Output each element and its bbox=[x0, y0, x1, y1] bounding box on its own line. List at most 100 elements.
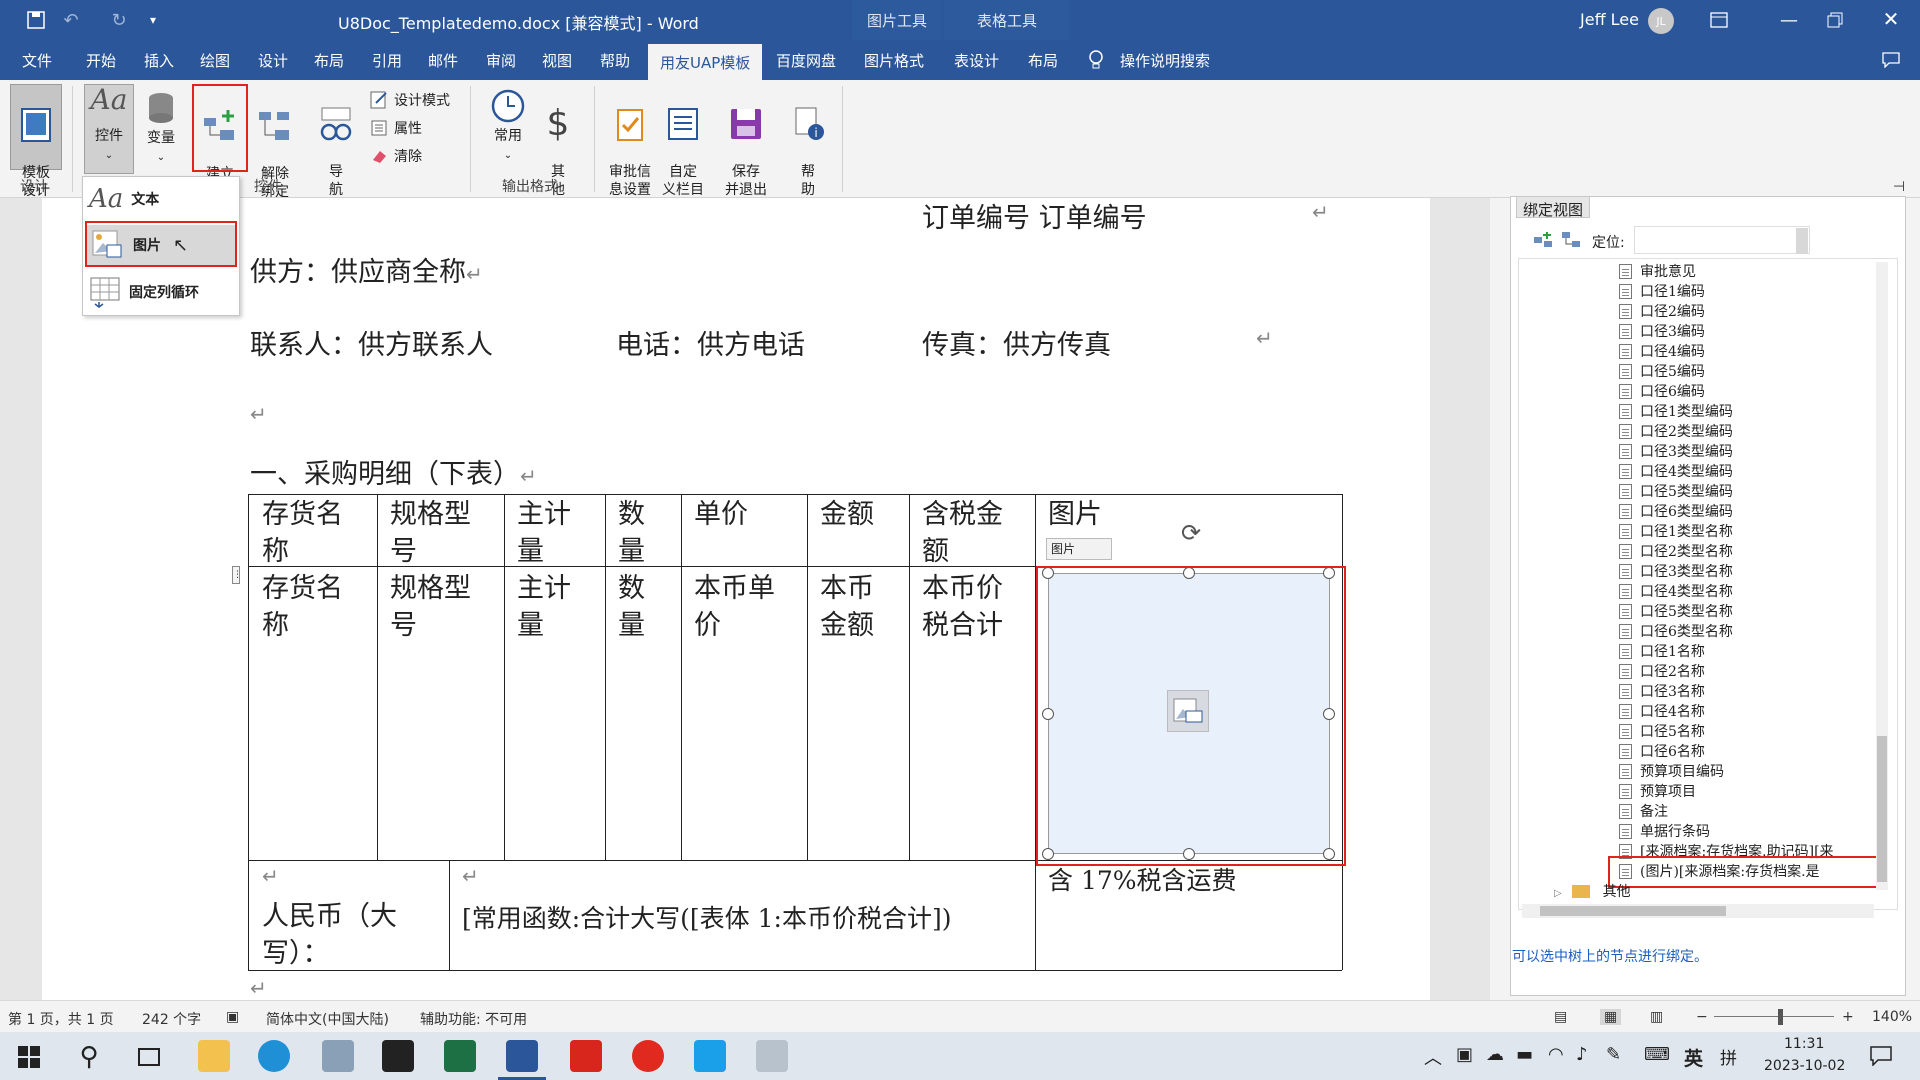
minimize-icon[interactable]: — bbox=[1778, 10, 1800, 31]
tax-note-cell[interactable]: 含 17%税含运费 bbox=[1036, 860, 1336, 901]
file-explorer-icon[interactable] bbox=[198, 1040, 230, 1072]
accessibility-status[interactable]: 辅助功能: 不可用 bbox=[420, 1009, 527, 1029]
comments-icon[interactable] bbox=[1880, 50, 1902, 70]
table-cell[interactable]: 主计 量 bbox=[505, 568, 605, 646]
table-header-cell[interactable]: 金额 bbox=[808, 494, 909, 535]
tree-item[interactable]: 备注 bbox=[1619, 802, 1668, 822]
print-layout-icon[interactable]: ▦ bbox=[1600, 1009, 1622, 1025]
tree-structure-icon[interactable] bbox=[1560, 230, 1582, 250]
word-count[interactable]: 242 个字 bbox=[142, 1009, 201, 1029]
task-view-icon[interactable] bbox=[136, 1044, 162, 1070]
add-node-icon[interactable] bbox=[1532, 230, 1554, 250]
total-formula-cell[interactable]: [常用函数:合计大写([表体 1:本币价税合计]) bbox=[450, 898, 1034, 939]
variables-button[interactable]: 变量 ⌄ bbox=[138, 84, 184, 167]
locate-scroll-icon[interactable] bbox=[1796, 228, 1808, 254]
close-icon[interactable]: ✕ bbox=[1880, 7, 1902, 31]
tab-mailings[interactable]: 邮件 bbox=[428, 50, 458, 71]
table-row-handle-icon[interactable]: ⋮ bbox=[232, 566, 242, 584]
picture-control-tag[interactable]: 图片 bbox=[1046, 538, 1112, 560]
table-cell[interactable]: 存货名 称 bbox=[250, 568, 376, 646]
zoom-slider[interactable] bbox=[1714, 1016, 1834, 1017]
table-header-cell[interactable]: 图片 bbox=[1036, 494, 1236, 535]
tree-item[interactable]: 口径5类型编码 bbox=[1619, 482, 1733, 502]
u8-app-icon[interactable] bbox=[570, 1040, 602, 1072]
clear-button[interactable]: 清除 bbox=[370, 146, 422, 166]
user-name[interactable]: Jeff Lee bbox=[1580, 10, 1639, 29]
tree-item[interactable]: 口径2编码 bbox=[1619, 302, 1705, 322]
tab-file[interactable]: 文件 bbox=[22, 50, 52, 71]
ime-mode[interactable]: 拼 bbox=[1720, 1044, 1737, 1069]
tab-picture-format[interactable]: 图片格式 bbox=[864, 50, 924, 71]
ime-language[interactable]: 英 bbox=[1684, 1044, 1703, 1071]
custom-doc-button[interactable]: 自定 义栏目 bbox=[658, 88, 708, 199]
table-header-cell[interactable]: 主计 量 bbox=[505, 494, 605, 572]
properties-button[interactable]: 属性 bbox=[370, 118, 422, 138]
pin-icon[interactable]: ⊣ bbox=[1888, 178, 1910, 196]
tree-item[interactable]: 预算项目编码 bbox=[1619, 762, 1724, 782]
tab-design[interactable]: 设计 bbox=[258, 50, 288, 71]
tab-references[interactable]: 引用 bbox=[372, 50, 402, 71]
locate-input[interactable] bbox=[1634, 226, 1810, 254]
tab-home[interactable]: 开始 bbox=[86, 50, 116, 71]
zoom-level[interactable]: 140% bbox=[1872, 1009, 1912, 1025]
rotate-handle-icon[interactable]: ⟳ bbox=[1176, 518, 1206, 548]
tree-item[interactable]: 口径2类型名称 bbox=[1619, 542, 1733, 562]
netease-music-icon[interactable] bbox=[632, 1040, 664, 1072]
proofing-icon[interactable]: ▣ bbox=[226, 1009, 239, 1025]
help-button[interactable]: i 帮 助 bbox=[786, 88, 830, 199]
redo-icon[interactable]: ↻ bbox=[108, 10, 130, 31]
tray-expand-icon[interactable]: ︿ bbox=[1424, 1044, 1442, 1070]
table-cell[interactable]: 本币价 税合计 bbox=[910, 568, 1035, 646]
volume-icon[interactable]: ♪ bbox=[1576, 1044, 1588, 1065]
excel-icon[interactable] bbox=[444, 1040, 476, 1072]
image-viewer-icon[interactable] bbox=[756, 1040, 788, 1072]
approval-info-button[interactable]: 审批信 息设置 bbox=[602, 88, 658, 199]
tree-item[interactable]: 口径6类型名称 bbox=[1619, 622, 1733, 642]
tab-draw[interactable]: 绘图 bbox=[200, 50, 230, 71]
table-header-cell[interactable]: 单价 bbox=[682, 494, 807, 535]
menu-item-text[interactable]: Aa 文本 bbox=[89, 181, 235, 217]
table-cell[interactable]: 本币 金额 bbox=[808, 568, 909, 646]
tree-item[interactable]: 口径5类型名称 bbox=[1619, 602, 1733, 622]
zoom-slider-thumb[interactable] bbox=[1778, 1009, 1783, 1025]
undo-icon[interactable]: ↶ bbox=[60, 10, 82, 31]
menu-item-fixed-column-loop[interactable]: 固定列循环 bbox=[89, 273, 235, 311]
design-mode-button[interactable]: 设计模式 bbox=[370, 90, 450, 110]
table-cell[interactable]: 本币单 价 bbox=[682, 568, 807, 646]
tree-scroll-thumb[interactable] bbox=[1877, 736, 1887, 882]
tree-item[interactable]: 口径4类型编码 bbox=[1619, 462, 1733, 482]
wifi-icon[interactable]: ◠ bbox=[1548, 1044, 1564, 1065]
tab-insert[interactable]: 插入 bbox=[144, 50, 174, 71]
navigate-button[interactable]: 导 航 bbox=[316, 88, 356, 199]
clock-date[interactable]: 2023-10-02 bbox=[1764, 1058, 1845, 1074]
tree-item[interactable]: 口径6名称 bbox=[1619, 742, 1705, 762]
table-header-cell[interactable]: 含税金 额 bbox=[910, 494, 1035, 572]
page-count[interactable]: 第 1 页，共 1 页 bbox=[8, 1009, 114, 1029]
zoom-out-icon[interactable]: − bbox=[1696, 1009, 1708, 1025]
tell-me-search[interactable]: 操作说明搜索 bbox=[1120, 50, 1210, 71]
avatar[interactable]: JL bbox=[1648, 8, 1674, 34]
tree-item[interactable]: 审批意见 bbox=[1619, 262, 1696, 282]
windows-start-icon[interactable] bbox=[16, 1044, 42, 1070]
tab-view[interactable]: 视图 bbox=[542, 50, 572, 71]
cloud-icon[interactable]: ☁ bbox=[1486, 1044, 1504, 1065]
customize-qat-icon[interactable]: ▾ bbox=[146, 10, 160, 30]
tree-hscroll-thumb[interactable] bbox=[1540, 906, 1726, 916]
tab-help[interactable]: 帮助 bbox=[600, 50, 630, 71]
tree-item[interactable]: 单据行条码 bbox=[1619, 822, 1710, 842]
tab-review[interactable]: 审阅 bbox=[486, 50, 516, 71]
ribbon-display-options-icon[interactable] bbox=[1708, 10, 1730, 30]
total-label-cell[interactable]: 人民币（大 写）： bbox=[250, 896, 448, 974]
terminal-icon[interactable] bbox=[382, 1040, 414, 1072]
table-header-cell[interactable]: 存货名 称 bbox=[250, 494, 376, 572]
tree-item[interactable]: 口径1类型名称 bbox=[1619, 522, 1733, 542]
tree-item[interactable]: 口径3类型编码 bbox=[1619, 442, 1733, 462]
battery-icon[interactable]: ▬ bbox=[1516, 1044, 1533, 1065]
expand-arrow-icon[interactable]: ▷ bbox=[1554, 888, 1562, 899]
common-format-button[interactable]: 常用 ⌄ bbox=[486, 88, 530, 165]
tree-item[interactable]: 预算项目 bbox=[1619, 782, 1696, 802]
keyboard-icon[interactable]: ⌨ bbox=[1644, 1044, 1670, 1065]
edge-browser-icon[interactable] bbox=[258, 1040, 290, 1072]
notification-icon[interactable] bbox=[1868, 1044, 1894, 1068]
tree-item[interactable]: 口径4名称 bbox=[1619, 702, 1705, 722]
